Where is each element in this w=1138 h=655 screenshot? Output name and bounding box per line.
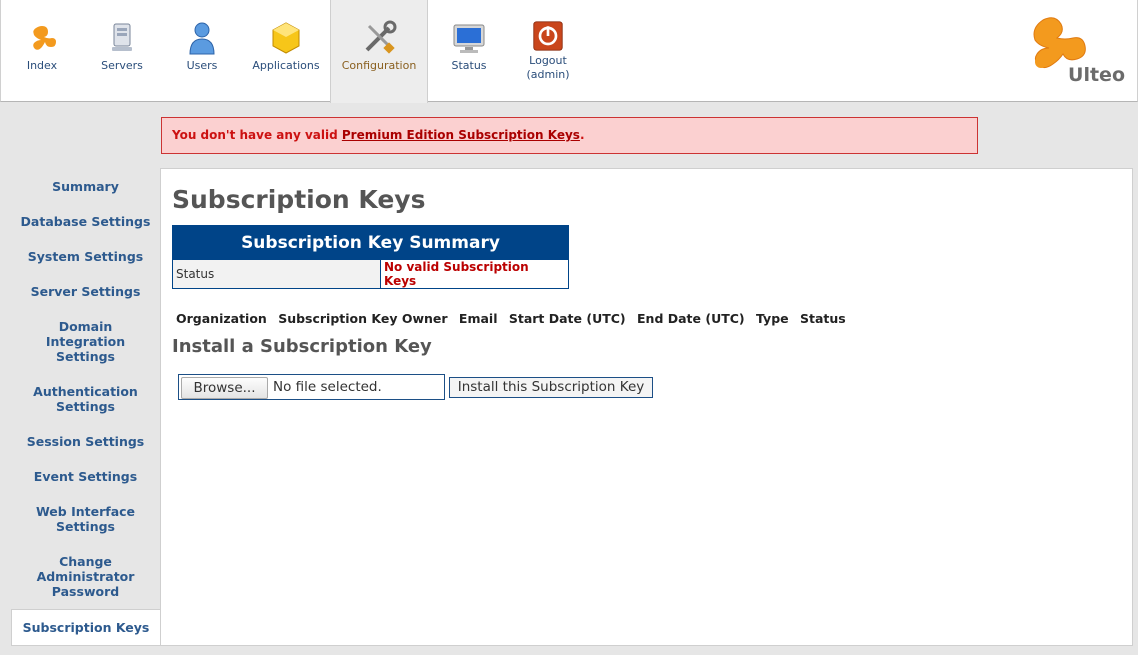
sidebar-item-domain-integration-settings[interactable]: Domain Integration Settings <box>11 319 160 364</box>
users-icon <box>189 22 215 55</box>
nav-users[interactable]: Users <box>171 0 233 102</box>
nav-configuration-label: Configuration <box>341 59 417 72</box>
sidebar-item-subscription-keys[interactable]: Subscription Keys <box>11 609 160 646</box>
nav-users-label: Users <box>186 59 218 72</box>
nav-index[interactable]: Index <box>11 0 73 102</box>
nav-logout-user: (admin) <box>526 68 570 81</box>
nav-logout-label: Logout <box>529 54 567 67</box>
nav-applications[interactable]: Applications <box>249 0 323 102</box>
sidebar-item-summary[interactable]: Summary <box>11 179 160 194</box>
nav-index-label: Index <box>26 59 58 72</box>
main-panel: Subscription Keys Subscription Key Summa… <box>160 168 1133 646</box>
browse-button[interactable]: Browse... <box>181 377 268 399</box>
index-icon <box>33 26 56 50</box>
nav-applications-label: Applications <box>252 59 320 72</box>
sidebar-item-system-settings[interactable]: System Settings <box>11 249 160 264</box>
col-end-date: End Date (UTC) <box>637 311 745 326</box>
summary-status-value: No valid Subscription Keys <box>380 259 569 289</box>
ulteo-logo-text: Ulteo <box>1068 64 1125 86</box>
col-start-date: Start Date (UTC) <box>508 311 626 326</box>
configuration-icon <box>365 20 397 54</box>
nav-logout[interactable]: Logout (admin) <box>517 0 579 102</box>
file-status-text: No file selected. <box>273 379 382 395</box>
logout-icon <box>533 21 563 51</box>
top-navigation: Index Servers Users Applications Configu… <box>0 0 1138 103</box>
nav-status-label: Status <box>451 59 487 72</box>
col-key-owner: Subscription Key Owner <box>278 311 448 326</box>
premium-keys-link[interactable]: Premium Edition Subscription Keys <box>342 128 580 142</box>
summary-status-label: Status <box>172 259 381 289</box>
applications-icon <box>272 22 300 54</box>
keys-table-header: Organization Subscription Key Owner Emai… <box>176 311 853 326</box>
col-type: Type <box>756 311 789 326</box>
sidebar-item-session-settings[interactable]: Session Settings <box>11 434 160 449</box>
summary-table-header: Subscription Key Summary <box>172 225 569 260</box>
nav-servers[interactable]: Servers <box>91 0 153 102</box>
sidebar-item-server-settings[interactable]: Server Settings <box>11 284 160 299</box>
nav-status[interactable]: Status <box>438 0 500 102</box>
warning-banner: You don't have any valid Premium Edition… <box>161 117 978 154</box>
nav-configuration[interactable]: Configuration <box>330 0 428 103</box>
file-input[interactable]: Browse... No file selected. <box>178 374 445 400</box>
sidebar-item-web-interface-settings[interactable]: Web Interface Settings <box>11 504 160 534</box>
nav-servers-label: Servers <box>101 59 143 72</box>
subscription-summary-table: Subscription Key Summary Status No valid… <box>172 225 569 289</box>
status-icon <box>453 24 485 53</box>
warning-suffix: . <box>579 128 585 142</box>
col-status: Status <box>799 311 846 326</box>
sidebar-item-change-admin-password[interactable]: Change Administrator Password <box>11 554 160 599</box>
sidebar-item-database-settings[interactable]: Database Settings <box>11 214 160 229</box>
install-section-title: Install a Subscription Key <box>172 336 432 357</box>
col-organization: Organization <box>176 311 267 326</box>
sidebar-item-event-settings[interactable]: Event Settings <box>11 469 160 484</box>
sidebar-item-authentication-settings[interactable]: Authentication Settings <box>11 384 160 414</box>
install-key-button[interactable]: Install this Subscription Key <box>449 377 653 398</box>
col-email: Email <box>458 311 498 326</box>
servers-icon <box>112 23 132 51</box>
page-title: Subscription Keys <box>172 185 426 214</box>
warning-text: You don't have any valid <box>172 128 342 142</box>
